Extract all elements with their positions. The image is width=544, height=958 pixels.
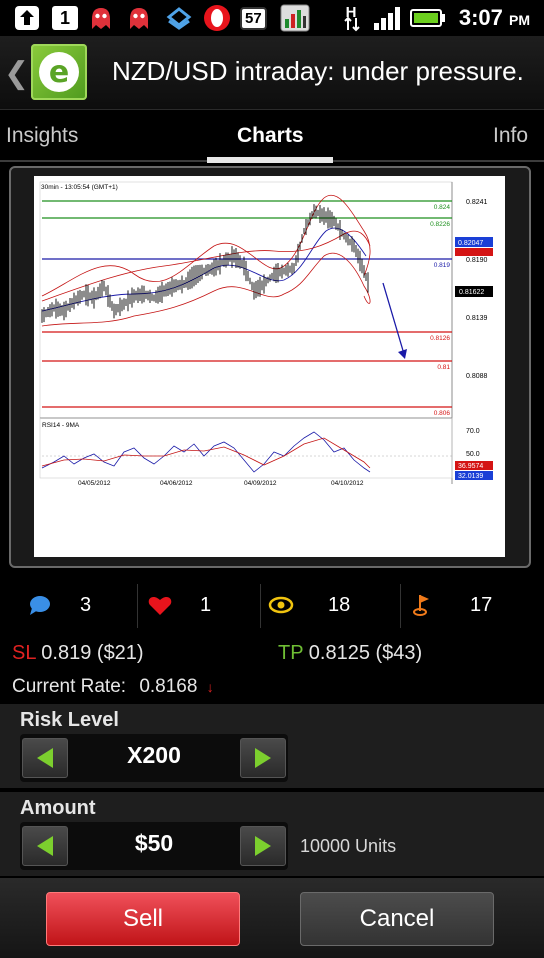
sl-value: 0.819 ($21) <box>41 642 144 664</box>
views-stat[interactable]: 18 <box>268 580 350 630</box>
level-label: 0.819 <box>434 262 451 269</box>
date-label: 04/06/2012 <box>160 480 193 487</box>
level-label: 0.806 <box>434 410 451 417</box>
active-tab-indicator <box>207 157 333 163</box>
stat-divider <box>260 584 261 628</box>
cancel-button[interactable]: Cancel <box>300 892 494 946</box>
rsi-value: 36.9574 <box>458 463 483 470</box>
action-bar: Sell Cancel <box>0 878 544 958</box>
battery-icon <box>410 4 446 32</box>
level-label: 0.8126 <box>430 335 450 342</box>
right-arrow-icon <box>255 836 271 856</box>
tab-insights[interactable]: Insights <box>6 124 78 148</box>
risk-increase-button[interactable] <box>240 738 286 778</box>
axis-price-label: 0.82047 <box>458 240 483 247</box>
risk-level-panel: Risk Level X200 <box>0 704 544 788</box>
current-rate: Current Rate: 0.8168 ↓ <box>12 676 214 698</box>
current-rate-label: Current Rate: <box>12 676 127 697</box>
battery-badge: 57 <box>240 6 267 30</box>
network-type-icon: H <box>340 4 362 32</box>
stats-row: 3 1 18 17 <box>0 580 544 630</box>
axis-price-label: 0.8190 <box>466 257 488 264</box>
date-label: 04/05/2012 <box>78 480 111 487</box>
level-label: 0.8226 <box>430 221 450 228</box>
notification-count-icon: 1 <box>52 4 78 32</box>
title-bar: ❮ e NZD/USD intraday: under pressure. <box>0 36 544 110</box>
risk-level-value: X200 <box>127 742 181 768</box>
stat-divider <box>400 584 401 628</box>
amount-value: $50 <box>134 830 174 856</box>
left-arrow-icon <box>37 836 53 856</box>
tp-value: 0.8125 ($43) <box>308 642 423 664</box>
level-label: 0.824 <box>434 204 451 211</box>
comments-stat[interactable]: 3 <box>28 580 91 630</box>
amount-increase-button[interactable] <box>240 826 286 866</box>
amount-stepper: $50 <box>20 822 288 870</box>
usb-debug-icon <box>14 4 40 32</box>
notification-count: 1 <box>52 6 78 30</box>
amount-decrease-button[interactable] <box>22 826 68 866</box>
chart-app-icon <box>280 4 310 32</box>
tab-charts[interactable]: Charts <box>237 124 304 148</box>
views-count: 18 <box>328 593 351 616</box>
sl-label: SL <box>12 642 36 664</box>
heart-icon <box>148 597 172 615</box>
alien-icon <box>88 4 114 32</box>
risk-level-label: Risk Level <box>20 709 119 731</box>
chart-header: 30min - 13:05:54 (GMT+1) <box>41 184 118 191</box>
risk-decrease-button[interactable] <box>22 738 68 778</box>
followers-stat[interactable]: 17 <box>412 580 492 630</box>
chart-svg: 30min - 13:05:54 (GMT+1) 0.824 0.8226 0.… <box>39 181 493 487</box>
battery-badge-icon: 57 <box>240 4 267 32</box>
date-label: 04/09/2012 <box>244 480 277 487</box>
axis-price-label: 0.81622 <box>459 289 484 296</box>
axis-price-label: 0.8088 <box>466 373 488 380</box>
date-label: 04/10/2012 <box>331 480 364 487</box>
rate-down-icon: ↓ <box>206 679 214 695</box>
sell-button[interactable]: Sell <box>46 892 240 946</box>
app-logo[interactable]: e <box>31 44 87 100</box>
rsi-label: RSI14 - 9MA <box>42 422 80 429</box>
comments-count: 3 <box>80 593 92 616</box>
followers-count: 17 <box>470 593 493 616</box>
amount-label: Amount <box>20 797 96 819</box>
rsi-value: 32.0139 <box>458 473 483 480</box>
clock-time: 3:07 <box>458 5 503 30</box>
risk-level-stepper: X200 <box>20 734 288 782</box>
units-label: 10000 Units <box>300 836 397 856</box>
likes-count: 1 <box>200 593 212 616</box>
rsi-level: 50.0 <box>466 451 480 458</box>
axis-price-label: 0.8241 <box>466 199 488 206</box>
eye-icon <box>268 596 294 614</box>
amount-panel: Amount $50 <box>0 792 544 876</box>
opera-icon <box>202 4 232 32</box>
rsi-level: 70.0 <box>466 428 480 435</box>
stop-loss: SL 0.819 ($21) <box>12 642 144 665</box>
tp-label: TP <box>278 642 304 664</box>
take-profit: TP 0.8125 ($43) <box>278 642 422 665</box>
tab-bar: Insights Charts Info <box>0 110 544 164</box>
left-arrow-icon <box>37 748 53 768</box>
status-bar: 1 57 H 3:07 PM <box>0 0 544 36</box>
axis-price-label: 0.8139 <box>466 315 488 322</box>
follow-icon <box>413 595 429 616</box>
alien-icon <box>126 4 152 32</box>
signal-icon <box>372 4 404 32</box>
tab-info[interactable]: Info <box>493 124 528 148</box>
clock-ampm: PM <box>509 12 530 28</box>
current-rate-value: 0.8168 <box>139 676 198 697</box>
likes-stat[interactable]: 1 <box>148 580 211 630</box>
layers-icon <box>166 4 192 32</box>
candles <box>41 204 369 323</box>
comment-icon <box>30 596 50 615</box>
clock: 3:07 PM <box>459 5 530 31</box>
back-chevron-icon[interactable]: ❮ <box>4 56 29 91</box>
right-arrow-icon <box>255 748 271 768</box>
chart-image[interactable]: 30min - 13:05:54 (GMT+1) 0.824 0.8226 0.… <box>34 176 505 557</box>
level-label: 0.81 <box>437 364 450 371</box>
stat-divider <box>137 584 138 628</box>
logo-letter: e <box>39 52 79 92</box>
page-title: NZD/USD intraday: under pressure. <box>112 56 524 86</box>
